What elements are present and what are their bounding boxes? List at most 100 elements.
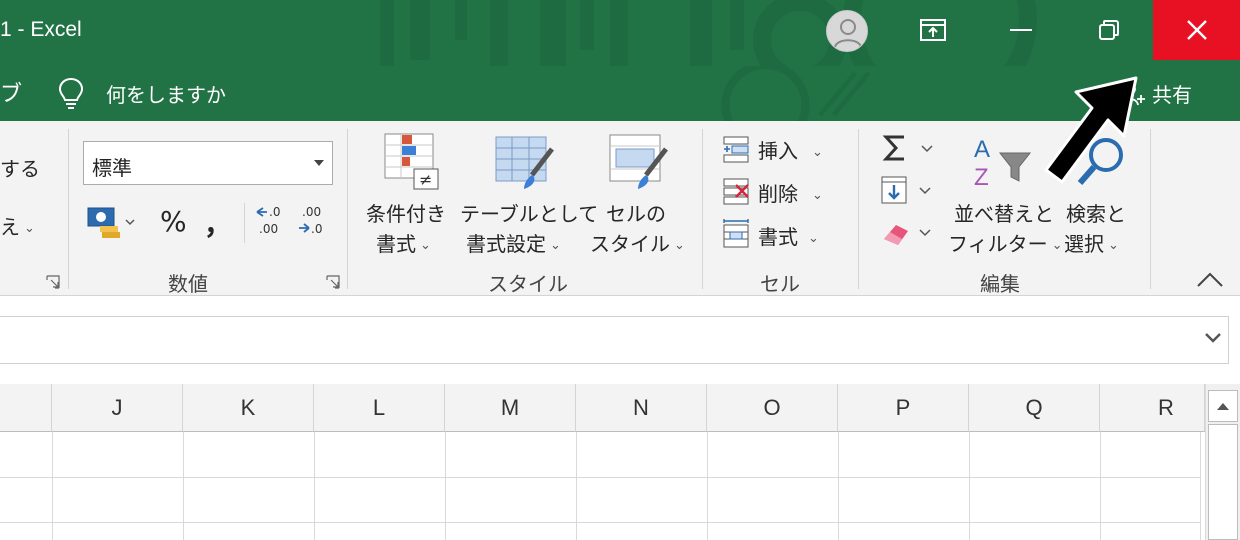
lightbulb-icon[interactable] [58,77,84,113]
comma-style-button[interactable]: ， [204,203,232,243]
window-title: 1 - Excel [0,18,82,41]
column-header[interactable]: M [445,384,576,432]
cell-styles-label-1[interactable]: セルの [606,198,666,227]
grid-line [1200,432,1201,540]
fill-down-icon [881,176,931,204]
scroll-up-button[interactable] [1208,390,1238,422]
dialog-launcher-icon[interactable] [46,275,60,289]
format-as-table-button[interactable]: 書式設定 ⌄ [466,228,561,257]
group-separator [347,129,348,289]
conditional-formatting-label-1[interactable]: 条件付き [366,198,446,227]
increase-decimal-button[interactable]: .0 .00 [254,203,290,241]
sort-filter-icon[interactable]: A Z [970,133,1032,197]
table-row [0,477,1201,478]
format-as-table-label-1[interactable]: テーブルとして [460,198,598,227]
restore-button[interactable] [1066,0,1152,60]
chevron-down-icon: ⌄ [674,238,685,253]
tell-me-input[interactable]: 何をしますか [106,79,226,108]
formula-input[interactable] [0,316,1229,364]
formula-bar [0,296,1240,384]
ribbon-fragment-1[interactable]: する [0,153,40,182]
column-header[interactable]: O [707,384,838,432]
column-header[interactable]: R [1100,384,1205,432]
svg-text:.00: .00 [259,222,278,236]
account-avatar[interactable] [826,10,868,52]
conditional-formatting-icon[interactable]: ≠ [384,133,440,195]
title-bar: 1 - Excel [0,0,1240,66]
chevron-down-icon: ⌄ [420,238,431,253]
fill-button[interactable] [880,175,940,211]
ribbon-fragment-2-label: え [0,215,20,239]
delete-cells-button[interactable]: 削除 ⌄ [758,178,823,207]
column-header-partial[interactable] [0,384,52,432]
inline-separator [244,203,245,243]
eraser-icon [884,225,931,245]
insert-cells-button[interactable]: 挿入 ⌄ [758,135,823,164]
svg-text:.00: .00 [302,205,321,219]
tab-fragment[interactable]: ブ [0,76,22,108]
format-cells-icon[interactable] [722,219,752,253]
column-header[interactable]: P [838,384,969,432]
sort-filter-label-1[interactable]: 並べ替えと [954,198,1054,227]
ribbon-fragment-2[interactable]: え ⌄ [0,211,35,240]
find-select-label-2: 選択 [1064,232,1104,256]
format-as-table-label-2: 書式設定 [466,232,546,256]
vertical-scrollbar[interactable] [1205,384,1240,540]
decrease-decimal-icon: .00 .0 [299,205,322,236]
dialog-launcher-icon[interactable] [326,275,340,289]
cell-styles-label-2: スタイル [590,232,670,256]
find-select-label-1[interactable]: 検索と [1066,198,1126,227]
collapse-ribbon-icon[interactable] [1196,271,1224,289]
decrease-decimal-button[interactable]: .00 .0 [296,203,332,241]
ribbon-display-icon [920,19,946,41]
expand-formula-bar-icon[interactable] [1204,332,1222,344]
minimize-button[interactable] [978,0,1064,60]
scroll-thumb[interactable] [1208,424,1238,540]
group-label-number: 数値 [168,272,208,296]
svg-text:Z: Z [974,164,989,191]
svg-text:.0: .0 [311,222,322,236]
triangle-up-icon [1217,403,1229,410]
number-format-dropdown[interactable]: 標準 [83,141,333,185]
ribbon-display-options-button[interactable] [890,0,976,60]
insert-cells-label: 挿入 [758,139,798,163]
grid-line [183,432,184,540]
svg-text:A: A [974,136,990,163]
group-separator [1150,129,1151,289]
column-header[interactable]: Q [969,384,1100,432]
grid-line [1100,432,1101,540]
grid-line [707,432,708,540]
cell-styles-button[interactable]: スタイル ⌄ [590,228,685,257]
clear-button[interactable] [880,217,940,253]
minimize-icon [1010,29,1032,31]
chevron-down-icon: ⌄ [1051,238,1063,253]
close-button[interactable] [1153,0,1240,60]
column-header[interactable]: L [314,384,445,432]
grid-line [838,432,839,540]
find-select-button[interactable]: 選択 ⌄ [1064,228,1119,257]
column-header[interactable]: K [183,384,314,432]
autosum-button[interactable] [882,133,942,169]
sort-filter-label-2: フィルター [948,232,1048,256]
close-icon [1186,20,1207,40]
share-label: 共有 [1152,83,1192,107]
format-cells-button[interactable]: 書式 ⌄ [758,221,819,250]
column-header[interactable]: J [52,384,183,432]
svg-text:.0: .0 [269,205,280,219]
conditional-formatting-button[interactable]: 書式 ⌄ [376,228,431,257]
percent-style-button[interactable]: % [160,205,187,238]
dropdown-arrow-icon [314,160,324,166]
grid-line [314,432,315,540]
user-icon [834,19,862,48]
cell-styles-icon[interactable] [608,133,668,195]
delete-cells-label: 削除 [758,182,798,206]
insert-cells-icon[interactable] [722,135,752,167]
column-header[interactable]: N [576,384,707,432]
accounting-format-button[interactable] [86,206,136,244]
format-as-table-icon[interactable] [494,135,554,195]
table-row [0,522,1201,523]
delete-cells-icon[interactable] [722,177,752,209]
sort-filter-button[interactable]: フィルター ⌄ [948,228,1063,257]
number-format-value: 標準 [92,156,132,180]
worksheet-grid[interactable]: J K L M N O P Q R [0,384,1205,540]
